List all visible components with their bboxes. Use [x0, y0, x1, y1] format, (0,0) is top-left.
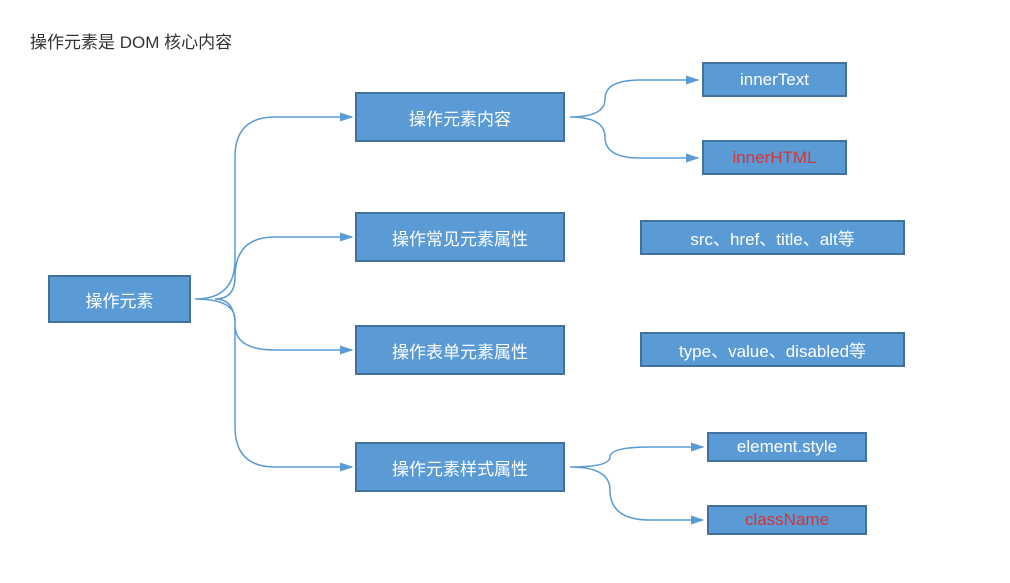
leaf-label: innerHTML [732, 148, 816, 168]
root-box: 操作元素 [48, 275, 191, 323]
diagram-title: 操作元素是 DOM 核心内容 [30, 28, 232, 53]
leaf-box-src-href: src、href、title、alt等 [640, 220, 905, 255]
leaf-label: className [745, 510, 829, 530]
leaf-label: type、value、disabled等 [679, 337, 866, 362]
leaf-box-innertext: innerText [702, 62, 847, 97]
branch-label: 操作元素样式属性 [392, 455, 528, 480]
leaf-label: src、href、title、alt等 [690, 225, 854, 250]
root-label: 操作元素 [86, 287, 154, 312]
leaf-label: element.style [737, 437, 837, 457]
leaf-box-type-value: type、value、disabled等 [640, 332, 905, 367]
branch-box-form: 操作表单元素属性 [355, 325, 565, 375]
leaf-box-innerhtml: innerHTML [702, 140, 847, 175]
branch-label: 操作表单元素属性 [392, 338, 528, 363]
branch-box-content: 操作元素内容 [355, 92, 565, 142]
branch-box-attributes: 操作常见元素属性 [355, 212, 565, 262]
leaf-label: innerText [740, 70, 809, 90]
branch-label: 操作元素内容 [409, 105, 511, 130]
leaf-box-classname: className [707, 505, 867, 535]
leaf-box-elementstyle: element.style [707, 432, 867, 462]
branch-box-style: 操作元素样式属性 [355, 442, 565, 492]
branch-label: 操作常见元素属性 [392, 225, 528, 250]
